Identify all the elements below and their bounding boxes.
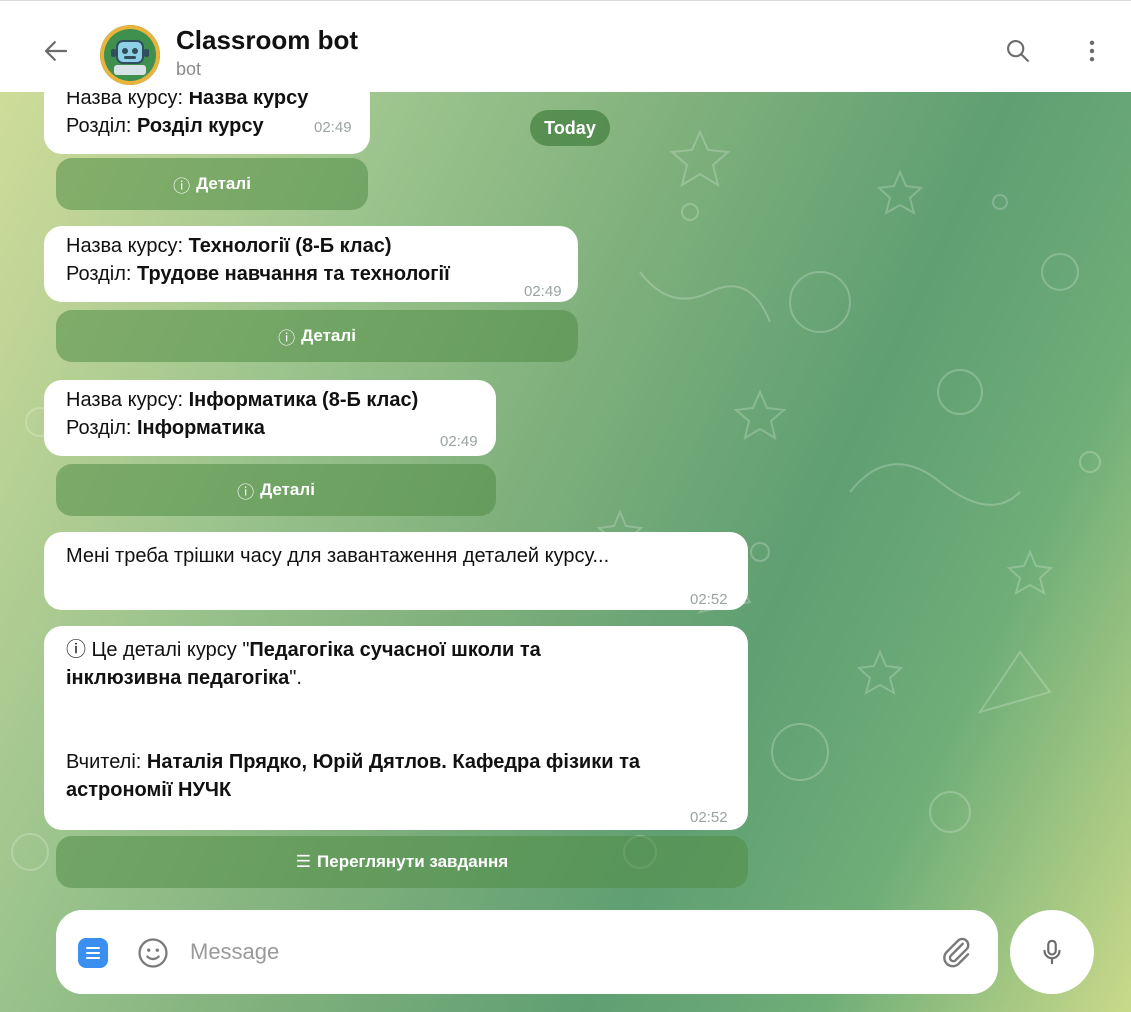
- message-bubble: ⓘ Це деталі курсу "Педагогіка сучасної ш…: [44, 626, 748, 830]
- message-line: Розділ: Інформатика: [66, 414, 484, 442]
- list-icon: ☰: [295, 852, 312, 871]
- message-line: астрономії НУЧК: [66, 776, 736, 804]
- message-line: Назва курсу: Назва курсу: [66, 92, 358, 112]
- course-name: Технології (8-Б клас): [188, 235, 392, 257]
- teachers-names: Наталія Прядко, Юрій Дятлов. Кафедра фіз…: [146, 751, 640, 773]
- details-button[interactable]: ⓘ Деталі: [56, 464, 496, 516]
- message-label: Назва курсу:: [66, 235, 189, 257]
- info-icon: ⓘ: [66, 639, 86, 661]
- details-button[interactable]: ⓘ Деталі: [56, 158, 368, 210]
- paperclip-icon[interactable]: [938, 934, 974, 970]
- back-button[interactable]: [36, 31, 76, 71]
- message-label: Назва курсу:: [66, 389, 189, 411]
- chat-area[interactable]: Today Назва курсу: Назва курсу Розділ: Р…: [0, 92, 1131, 1012]
- bot-menu-button[interactable]: [78, 938, 108, 968]
- chat-header: Classroom bot bot: [0, 0, 1131, 92]
- message-text: ".: [289, 667, 302, 689]
- message-bubble: Назва курсу: Технології (8-Б клас) Розді…: [44, 226, 578, 302]
- message-input[interactable]: [190, 932, 910, 972]
- message-bubble: Назва курсу: Назва курсу Розділ: Розділ …: [44, 92, 370, 154]
- date-chip: Today: [530, 110, 610, 146]
- message-line: Назва курсу: Технології (8-Б клас): [66, 232, 566, 260]
- button-label: Деталі: [196, 174, 251, 193]
- button-label: Переглянути завдання: [317, 852, 509, 871]
- info-icon: ⓘ: [237, 482, 255, 502]
- arrow-left-icon: [44, 41, 68, 61]
- message-time: 02:49: [524, 283, 562, 300]
- message-label: Вчителі:: [66, 751, 147, 773]
- bot-menu-icon: [86, 947, 100, 959]
- course-name: Інформатика (8-Б клас): [188, 389, 419, 411]
- details-button[interactable]: ⓘ Деталі: [56, 310, 578, 362]
- message-line: Вчителі: Наталія Прядко, Юрій Дятлов. Ка…: [66, 748, 736, 776]
- course-name: інклюзивна педагогіка: [66, 667, 290, 689]
- voice-record-button[interactable]: [1010, 910, 1094, 994]
- message-line: ⓘ Це деталі курсу "Педагогіка сучасної ш…: [66, 636, 736, 664]
- more-vertical-icon: [1089, 40, 1095, 62]
- message-composer: [56, 910, 998, 994]
- chat-status: bot: [176, 59, 202, 79]
- message-line: Назва курсу: Інформатика (8-Б клас): [66, 386, 484, 414]
- section-name: Інформатика: [137, 417, 265, 439]
- search-icon: [1007, 40, 1029, 62]
- info-icon: ⓘ: [278, 328, 296, 348]
- button-label: Деталі: [301, 326, 356, 345]
- message-time: 02:49: [314, 119, 352, 136]
- message-time: 02:52: [690, 591, 728, 608]
- message-line: інклюзивна педагогіка".: [66, 664, 736, 692]
- message-text: Це деталі курсу ": [86, 639, 250, 661]
- message-bubble: Мені треба трішки часу для завантаження …: [44, 532, 748, 610]
- chat-title[interactable]: Classroom bot: [176, 25, 358, 56]
- message-time: 02:49: [440, 433, 478, 450]
- message-line: Розділ: Трудове навчання та технології: [66, 260, 566, 288]
- message-label: Розділ:: [66, 263, 137, 285]
- view-tasks-button[interactable]: ☰ Переглянути завдання: [56, 836, 748, 888]
- message-label: Назва курсу:: [66, 92, 189, 109]
- message-label: Розділ:: [66, 417, 137, 439]
- message-text: Мені треба трішки часу для завантаження …: [66, 545, 610, 567]
- section-name: Трудове навчання та технології: [137, 263, 450, 285]
- course-name: Педагогіка сучасної школи та: [249, 639, 541, 661]
- message-time: 02:52: [690, 809, 728, 826]
- search-button[interactable]: [1000, 33, 1036, 69]
- more-menu-button[interactable]: [1074, 33, 1110, 69]
- emoji-icon[interactable]: [136, 936, 170, 970]
- course-name: Назва курсу: [188, 92, 309, 109]
- section-name: Розділ курсу: [137, 115, 264, 137]
- microphone-icon: [1043, 939, 1061, 965]
- message-label: Розділ:: [66, 115, 137, 137]
- button-label: Деталі: [260, 480, 315, 499]
- info-icon: ⓘ: [173, 176, 191, 196]
- bot-avatar[interactable]: [100, 25, 160, 85]
- teachers-names: астрономії НУЧК: [66, 779, 232, 801]
- message-bubble: Назва курсу: Інформатика (8-Б клас) Розд…: [44, 380, 496, 456]
